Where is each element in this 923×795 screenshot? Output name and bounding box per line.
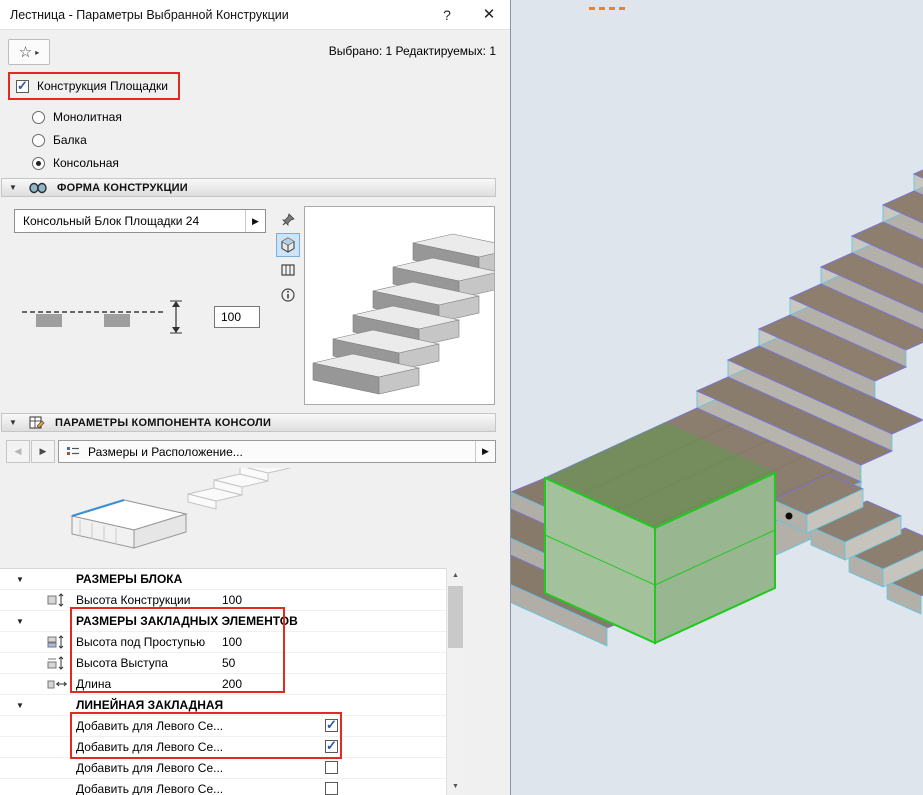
viewport-3d[interactable] [511,0,923,795]
section-component-title: ПАРАМЕТРЫ КОМПОНЕНТА КОНСОЛИ [55,417,271,429]
prev-page-button[interactable]: ◀ [6,440,30,463]
table-row[interactable]: Высота Конструкции 100 [0,590,446,611]
param-checkbox[interactable] [325,761,338,774]
table-scrollbar[interactable]: ▲ ▼ [446,568,463,795]
table-row[interactable]: Добавить для Левого Се... [0,779,446,795]
dimension-icon [47,656,69,670]
table-row-group[interactable]: ▼ РАЗМЕРЫ БЛОКА [0,569,446,590]
table-row[interactable]: Добавить для Левого Се... [0,716,446,737]
scroll-down-icon[interactable]: ▼ [447,779,464,795]
height-diagram [22,298,197,338]
param-label: Добавить для Левого Се... [76,761,223,775]
section-form-header[interactable]: ▼ ФОРМА КОНСТРУКЦИИ [1,178,496,197]
param-value[interactable]: 200 [222,677,242,691]
profile-dropdown-value: Консольный Блок Площадки 24 [23,214,245,228]
param-label: Высота под Проступью [76,635,205,649]
titlebar[interactable]: Лестница - Параметры Выбранной Конструкц… [0,0,510,30]
radio-monolithic-circle[interactable] [32,111,45,124]
cube-icon [280,237,296,253]
hotspot-dot [786,513,793,520]
structure-preview [304,206,495,405]
radio-cantilever[interactable]: Консольная [32,156,119,170]
row-collapse-icon[interactable]: ▼ [16,575,24,584]
help-button[interactable]: ? [430,0,464,30]
table-row[interactable]: Добавить для Левого Се... [0,737,446,758]
dimension-icon [47,635,69,649]
chevron-right-icon[interactable]: ▶ [245,210,265,232]
section-form-title: ФОРМА КОНСТРУКЦИИ [57,182,188,194]
radio-beam[interactable]: Балка [32,133,87,147]
favorites-arrow-icon: ▸ [35,48,39,57]
scroll-up-icon[interactable]: ▲ [447,568,464,584]
group-label: ЛИНЕЙНАЯ ЗАКЛАДНАЯ [76,698,223,712]
param-label: Длина [76,677,111,691]
film-strip-icon [280,262,296,278]
radio-cantilever-label: Консольная [53,156,119,170]
row-collapse-icon[interactable]: ▼ [16,701,24,710]
info-icon [280,287,296,303]
landing-structure-checkbox[interactable] [16,80,29,93]
dimension-icon [47,593,69,607]
group-label: РАЗМЕРЫ БЛОКА [76,572,182,586]
height-input[interactable] [214,306,260,328]
param-value[interactable]: 50 [222,656,235,670]
table-row[interactable]: Высота Выступа 50 [0,653,446,674]
chevron-right-icon[interactable]: ▶ [475,441,495,462]
table-row[interactable]: Высота под Проступью 100 [0,632,446,653]
selection-status: Выбрано: 1 Редактируемых: 1 [329,44,496,58]
collapse-icon[interactable]: ▼ [9,183,19,192]
glasses-icon [29,182,47,194]
component-sketch [58,468,318,566]
preview-stairs-image [305,207,494,404]
radio-cantilever-circle[interactable] [32,157,45,170]
radio-monolithic-label: Монолитная [53,110,122,124]
stair-settings-dialog: Лестница - Параметры Выбранной Конструкц… [0,0,511,795]
radio-beam-circle[interactable] [32,134,45,147]
parameter-list-icon [66,446,80,458]
star-icon: ☆ [19,45,32,60]
param-label: Добавить для Левого Се... [76,740,223,754]
parameter-page-value: Размеры и Расположение... [88,445,475,459]
profile-dropdown[interactable]: Консольный Блок Площадки 24 ▶ [14,209,266,233]
scrollbar-thumb[interactable] [448,586,463,648]
param-value[interactable]: 100 [222,635,242,649]
param-checkbox[interactable] [325,719,338,732]
landing-structure-checkbox-row[interactable]: Конструкция Площадки [8,72,180,100]
param-value[interactable]: 100 [222,593,242,607]
close-button[interactable]: ✕ [472,0,506,30]
stairs-3d-model [511,0,923,795]
pushpin-icon [280,212,296,228]
pin-view-button[interactable] [276,208,300,232]
favorites-button[interactable]: ☆ ▸ [8,39,50,65]
param-checkbox[interactable] [325,782,338,795]
param-label: Высота Конструкции [76,593,190,607]
radio-beam-label: Балка [53,133,87,147]
row-collapse-icon[interactable]: ▼ [16,617,24,626]
table-row-group[interactable]: ▼ РАЗМЕРЫ ЗАКЛАДНЫХ ЭЛЕМЕНТОВ [0,611,446,632]
param-label: Высота Выступа [76,656,168,670]
collapse-icon[interactable]: ▼ [9,418,19,427]
info-button[interactable] [276,283,300,307]
param-label: Добавить для Левого Се... [76,719,223,733]
radio-monolithic[interactable]: Монолитная [32,110,122,124]
sections-view-button[interactable] [276,258,300,282]
param-checkbox[interactable] [325,740,338,753]
next-page-button[interactable]: ▶ [31,440,55,463]
param-label: Добавить для Левого Се... [76,782,223,795]
parameter-page-dropdown[interactable]: Размеры и Расположение... ▶ [58,440,496,463]
parameters-table: ▼ РАЗМЕРЫ БЛОКА Высота Конструкции 100 ▼… [0,568,446,795]
table-row-group[interactable]: ▼ ЛИНЕЙНАЯ ЗАКЛАДНАЯ [0,695,446,716]
dimension-icon [47,677,69,691]
group-label: РАЗМЕРЫ ЗАКЛАДНЫХ ЭЛЕМЕНТОВ [76,614,298,628]
table-row[interactable]: Добавить для Левого Се... [0,758,446,779]
section-component-header[interactable]: ▼ ПАРАМЕТРЫ КОМПОНЕНТА КОНСОЛИ [1,413,496,432]
table-row[interactable]: Длина 200 [0,674,446,695]
dialog-title: Лестница - Параметры Выбранной Конструкц… [10,0,289,30]
view-3d-button[interactable] [276,233,300,257]
component-settings-icon [29,416,45,429]
landing-structure-label: Конструкция Площадки [37,79,168,93]
